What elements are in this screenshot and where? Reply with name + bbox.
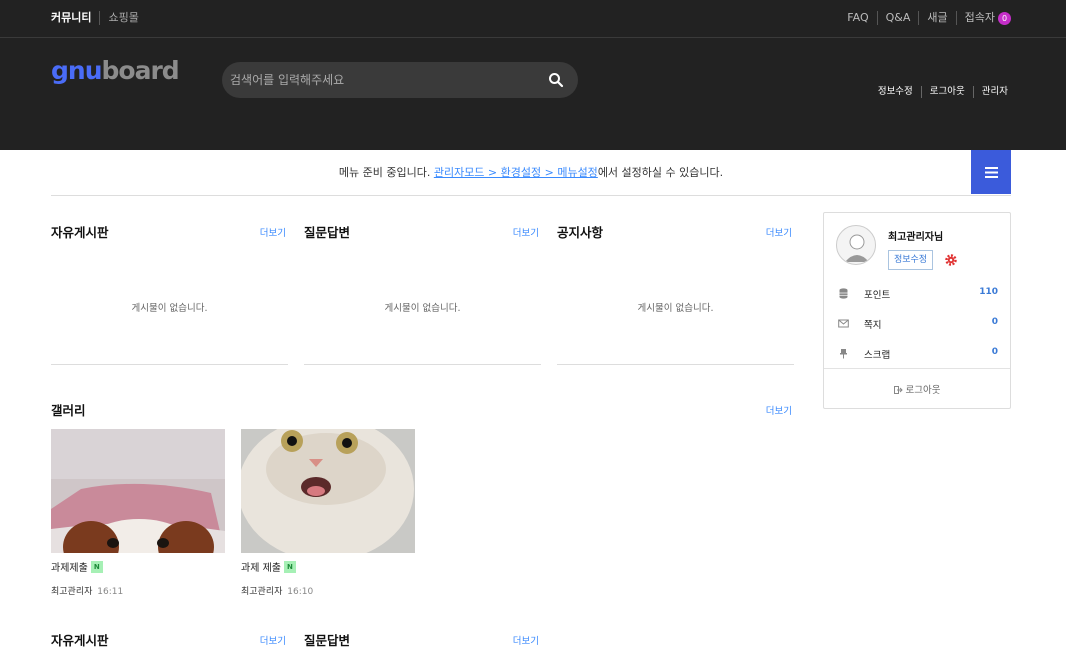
- menu-notice: 메뉴 준비 중입니다. 관리자모드 > 환경설정 > 메뉴설정에서 설정하실 수…: [51, 150, 1011, 196]
- logout-link[interactable]: 로그아웃: [920, 86, 973, 98]
- gallery-more-link[interactable]: 더보기: [766, 403, 792, 417]
- more-link[interactable]: 더보기: [260, 225, 286, 239]
- gallery-thumbnail-dog[interactable]: [51, 429, 225, 553]
- more-link[interactable]: 더보기: [513, 225, 539, 239]
- gear-icon[interactable]: [944, 253, 958, 267]
- shop-link[interactable]: 쇼핑몰: [100, 11, 146, 25]
- gallery-item-title[interactable]: 과제제출 N: [51, 559, 103, 574]
- gallery-title[interactable]: 갤러리: [51, 400, 86, 419]
- stat-points[interactable]: 포인트 110: [838, 287, 998, 303]
- sign-out-icon: [893, 386, 903, 394]
- site-logo[interactable]: gnuboard: [51, 56, 180, 85]
- user-avatar-icon: [845, 234, 869, 262]
- empty-message: 게시물이 없습니다.: [131, 303, 208, 314]
- top-left-links: 커뮤니티 쇼핑몰: [51, 11, 147, 25]
- notice-prefix: 메뉴 준비 중입니다.: [338, 166, 434, 179]
- envelope-icon: [838, 319, 849, 328]
- notice-suffix: 에서 설정하실 수 있습니다.: [597, 166, 724, 179]
- item-time: 16:10: [287, 587, 314, 597]
- gallery-thumbnail-cat[interactable]: [241, 429, 415, 553]
- item-author: 최고관리자: [241, 587, 283, 597]
- board-qa-bottom: 질문답변 더보기: [304, 628, 541, 652]
- stat-scrap[interactable]: 스크랩 0: [838, 347, 998, 363]
- stat-value: 110: [979, 287, 998, 297]
- board-qa: 질문답변 더보기 게시물이 없습니다.: [304, 212, 541, 365]
- search-input[interactable]: [230, 62, 530, 98]
- more-link[interactable]: 더보기: [260, 633, 286, 647]
- avatar[interactable]: [836, 225, 876, 265]
- new-badge: N: [283, 560, 296, 573]
- stat-messages[interactable]: 쪽지 0: [838, 317, 998, 333]
- hamburger-icon: [984, 166, 998, 178]
- menu-toggle-button[interactable]: [971, 150, 1011, 194]
- logo-part-gnu: gnu: [51, 56, 102, 85]
- new-badge: N: [90, 560, 103, 573]
- gallery-item: 과제제출 N 최고관리자 16:11: [51, 429, 225, 597]
- database-icon: [839, 288, 848, 299]
- profile-logout-button[interactable]: 로그아웃: [824, 382, 1010, 396]
- board-title[interactable]: 공지사항: [557, 222, 603, 241]
- logout-label: 로그아웃: [905, 385, 941, 396]
- top-right-links: FAQ Q&A 새글 접속자 0: [839, 11, 1011, 25]
- visitors-link[interactable]: 접속자 0: [955, 11, 1011, 25]
- stat-value: 0: [991, 317, 998, 327]
- stat-value: 0: [991, 347, 998, 357]
- edit-profile-link[interactable]: 정보수정: [870, 86, 921, 98]
- user-nav: 정보수정 로그아웃 관리자: [870, 86, 1008, 98]
- more-link[interactable]: 더보기: [766, 225, 792, 239]
- search-box: [222, 62, 578, 98]
- logo-part-board: board: [101, 56, 180, 85]
- profile-logout-area: 로그아웃: [824, 368, 1010, 408]
- item-time: 16:11: [97, 587, 124, 597]
- board-title[interactable]: 자유게시판: [51, 222, 109, 241]
- stat-label: 포인트: [864, 290, 891, 301]
- item-title-text: 과제 제출: [241, 563, 281, 574]
- top-bar: 커뮤니티 쇼핑몰 FAQ Q&A 새글 접속자 0: [0, 0, 1066, 38]
- stat-label: 쪽지: [864, 320, 882, 331]
- gallery-item-meta: 최고관리자 16:11: [51, 584, 123, 597]
- item-title-text: 과제제출: [51, 563, 88, 574]
- board-notice: 공지사항 더보기 게시물이 없습니다.: [557, 212, 794, 365]
- profile-panel: 최고관리자님 정보수정 포인트 110 쪽지 0 스크랩 0 로그아웃: [823, 212, 1011, 409]
- new-posts-link[interactable]: 새글: [918, 11, 955, 25]
- gallery-item-title[interactable]: 과제 제출 N: [241, 559, 296, 574]
- site-header: gnuboard 정보수정 로그아웃 관리자: [0, 38, 1066, 150]
- more-link[interactable]: 더보기: [513, 633, 539, 647]
- profile-name: 최고관리자님: [888, 232, 944, 243]
- qa-link[interactable]: Q&A: [876, 11, 919, 25]
- board-title[interactable]: 자유게시판: [51, 630, 109, 649]
- community-link[interactable]: 커뮤니티: [51, 11, 101, 25]
- board-free-bottom: 자유게시판 더보기: [51, 628, 288, 652]
- gallery-item-meta: 최고관리자 16:10: [241, 584, 313, 597]
- profile-edit-button[interactable]: 정보수정: [888, 250, 933, 270]
- faq-link[interactable]: FAQ: [839, 11, 876, 25]
- gallery-item: 과제 제출 N 최고관리자 16:10: [241, 429, 415, 597]
- menu-settings-link[interactable]: 관리자모드 > 환경설정 > 메뉴설정: [434, 166, 598, 179]
- empty-message: 게시물이 없습니다.: [637, 303, 714, 314]
- empty-message: 게시물이 없습니다.: [384, 303, 461, 314]
- stat-label: 스크랩: [864, 350, 891, 361]
- pin-icon: [840, 349, 847, 359]
- board-title[interactable]: 질문답변: [304, 222, 350, 241]
- admin-link[interactable]: 관리자: [972, 86, 1008, 98]
- gallery-header: 갤러리 더보기: [51, 398, 795, 422]
- visitors-label: 접속자: [964, 11, 995, 24]
- board-free: 자유게시판 더보기 게시물이 없습니다.: [51, 212, 288, 365]
- cat-photo: [241, 429, 415, 553]
- dog-photo: [51, 429, 225, 553]
- search-icon[interactable]: [548, 72, 564, 88]
- board-title[interactable]: 질문답변: [304, 630, 350, 649]
- item-author: 최고관리자: [51, 587, 93, 597]
- visitors-count-badge: 0: [998, 11, 1011, 25]
